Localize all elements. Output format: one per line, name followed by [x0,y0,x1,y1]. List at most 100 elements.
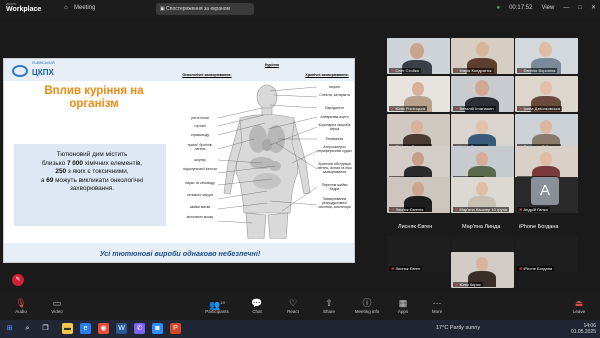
participant-tile[interactable]: ✖ Юлія Ростицька [387,76,450,112]
participant-name-large: iPhone Богдана [519,224,559,230]
apps-button[interactable]: ▦ Apps [386,297,420,314]
shield-icon[interactable]: ● [496,5,500,11]
participants-count: 19 [220,300,225,305]
clock-date: 01.05.2025 [570,329,596,335]
react-button[interactable]: ♡ React [276,297,310,314]
mic-off-icon: 🎙 [15,298,27,308]
screen-share-banner[interactable]: ▣ Спостереження за екраном [156,3,254,15]
top-right-controls: ● 00:17:52 View — □ ✕ [496,4,596,12]
info-line: 250 з яких є токсичними, [22,168,162,177]
participant-face [476,120,488,134]
participant-tile[interactable]: ✖ Людмила Гайдучок [515,114,578,150]
participant-tile[interactable]: ✖ Юлія Кирис [451,252,514,288]
maximize-icon[interactable]: □ [578,5,582,11]
participant-tile[interactable]: ✖ Ірина Ступнюк [451,114,514,150]
diagram-label: Захворювання репродуктивної системи, імп… [318,197,351,209]
info-part: можуть викликати онкологічні [53,176,144,184]
info-text: Тютюновий дим містить близько 7 000 хімі… [22,151,162,194]
brand-bottom: Workplace [6,6,42,13]
participant-tile[interactable]: ✖ Вікторія Лозинська [387,114,450,150]
participant-name: ✖ Лисняк Євгенія [389,207,426,212]
more-label: More [431,309,443,314]
share-button[interactable]: ⇧ Share [312,297,346,314]
recording-icon[interactable]: ✎ [12,274,24,286]
participant-name: ✖ Лисняк Євген [389,266,423,271]
participant-face [411,120,423,134]
zoom-icon[interactable]: ◙ [152,323,163,334]
view-button[interactable]: View [541,5,554,11]
info-number: 250 [55,168,67,175]
more-button[interactable]: ··· More [420,297,454,314]
participant-tile[interactable]: ✖ Марʼяна Кашпер 10 група [451,177,514,213]
windows-taskbar: ⊞ ⌕ ❐ ▬ e ◉ W ✆ ◙ P 17°C Partly sunny 14… [0,320,600,338]
participant-name-text: Євгенія Вороніна [523,68,556,73]
viber-icon[interactable]: ✆ [134,323,145,334]
diagram-label: стравоходу [190,133,210,137]
info-line: Тютюновий дим містить [56,151,128,158]
participant-face [540,120,552,134]
participant-name: ✖ Марʼяна Кашпер 10 група [453,207,509,212]
participant-tile[interactable]: ✖ Марія Кондратюк [451,38,514,74]
info-part: хімічних елементів, [82,159,143,167]
diagram-label: нирки та сечоводу [185,181,215,185]
audio-label: Audio [15,309,27,314]
file-explorer-icon[interactable]: ▬ [62,323,73,334]
diagram-label: Аневризма аорти [320,115,349,119]
close-icon[interactable]: ✕ [591,4,596,11]
participants-button[interactable]: 👥19 Participants [200,297,234,314]
info-number: 7 000 [66,159,83,167]
task-view-icon[interactable]: ❐ [40,323,51,334]
participant-face [412,82,424,96]
chrome-icon[interactable]: ◉ [98,323,109,334]
meeting-label: Meeting [74,5,96,11]
participant-face [540,81,552,95]
participant-tile[interactable]: ✖ Лисняк Євген [387,236,450,272]
participant-name: ✖ Юлія Ростицька [389,106,428,111]
powerpoint-icon[interactable]: P [170,323,181,334]
chat-label: Chat [252,309,262,314]
react-label: React [287,309,299,314]
system-tray-clock[interactable]: 14:06 01.05.2025 [571,323,596,335]
participant-name-text: Юлія Ростицька [395,106,426,111]
participant-tile[interactable]: ✖ Лисняк Євгенія [387,177,450,213]
apps-icon: ▦ [398,298,408,308]
home-icon[interactable]: ⌂ [64,5,68,11]
diagram-label: Пародонтит [324,106,345,110]
participant-tile[interactable]: ✖ iPhone Богдана [515,236,578,272]
participant-face [475,80,489,96]
participant-name-text: Юлія Кирис [459,282,481,287]
logo-small-text: ЛЬВІВСЬКИЙ [32,61,55,65]
participant-face [539,42,552,57]
participant-face [476,182,488,196]
participant-name-large: Мар'яна Линда [462,224,501,230]
windows-start-icon[interactable]: ⊞ [4,323,15,334]
video-label: Video [51,309,63,314]
diagram-label: гортані [194,124,206,128]
audio-button[interactable]: 🎙 Audio [4,297,38,314]
participants-label: Participants [205,309,229,314]
chat-button[interactable]: 💬 Chat [240,297,274,314]
edge-icon[interactable]: e [80,323,91,334]
participant-name: ✖ Виталій Ігнатишин [453,106,496,111]
participant-face [540,152,552,166]
participant-tile[interactable]: ✖ Олег Стойка [387,38,450,74]
participant-tile[interactable]: ✖ Ірина Дзвонковська [515,76,578,112]
participant-tile[interactable]: ✖ Виталій Ігнатишин [451,76,514,112]
video-button[interactable]: ▭ Video [40,297,74,314]
participant-name: ✖ iPhone Богдана [517,266,555,271]
minimize-icon[interactable]: — [563,5,569,11]
diagram-label: Перелом шийки бедра [321,183,348,191]
meeting-info-button[interactable]: ⓘ Meeting info [350,297,384,314]
weather-widget[interactable]: 17°C Partly sunny [436,325,480,331]
diagram-label: шийки матки [189,205,211,209]
participant-tile[interactable]: ✖ Євгенія Вороніна [515,38,578,74]
slide-footer-text: Усі тютюнові вироби однаково небезпечні! [99,249,261,258]
leave-button[interactable]: ⏏ Leave [562,297,596,314]
diagram-label: Хронічна обструкція легень, астма та інш… [317,162,352,174]
organization-logo [12,65,28,77]
word-icon[interactable]: W [116,323,127,334]
participant-name: ✖ Марія Кондратюк [453,68,494,73]
search-icon[interactable]: ⌕ [22,323,33,334]
share-banner-text: Спостереження за екраном [166,6,230,12]
participant-face [476,152,488,166]
